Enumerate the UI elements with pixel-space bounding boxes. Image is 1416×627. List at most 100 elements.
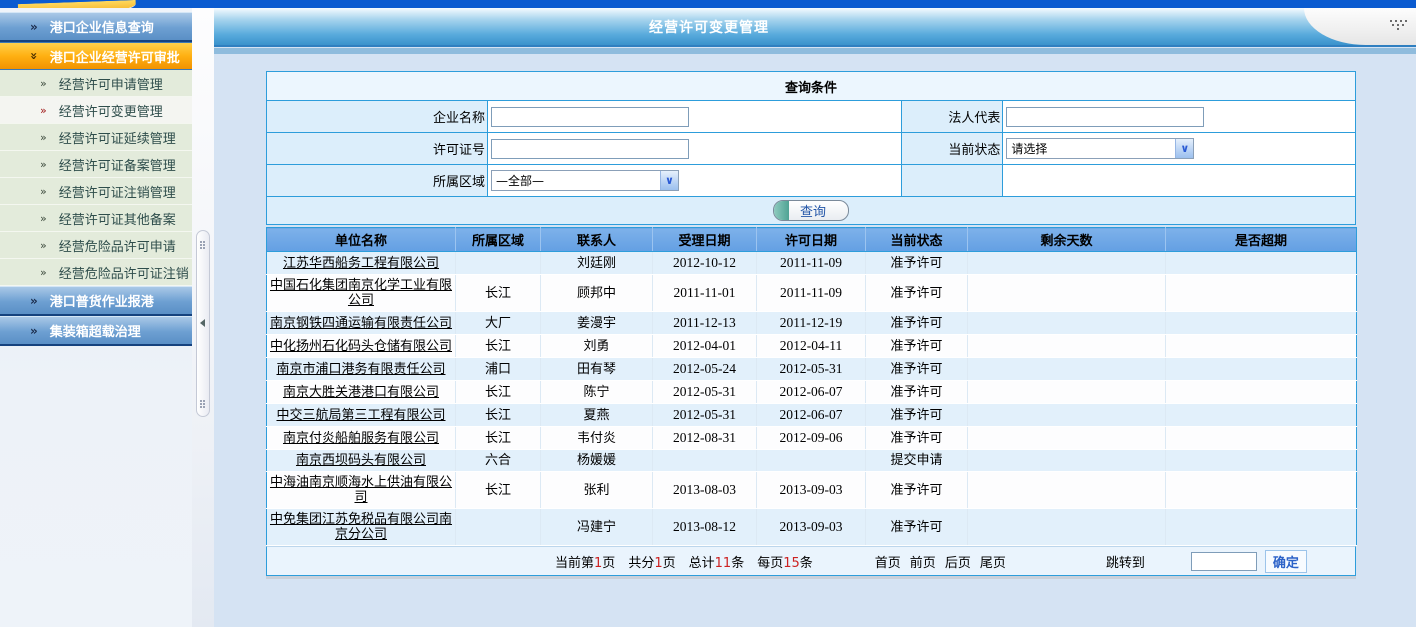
table-row: 中海油南京顺海水上供油有限公司长江张利2013-08-032013-09-03准… [267,472,1357,509]
company-name-link[interactable]: 中免集团江苏免税品有限公司南京分公司 [270,512,452,542]
table-row: 南京大胜关港港口有限公司长江陈宁2012-05-312012-06-07准予许可 [267,381,1357,404]
sidebar-item[interactable]: »港口企业经营许可审批 [0,42,192,70]
sidebar-item[interactable]: »港口普货作业报港 [0,286,192,316]
company-name-cell: 中化扬州石化码头仓储有限公司 [267,335,456,358]
date-value: 2012-06-07 [780,407,843,422]
sidebar-item[interactable]: »经营许可证延续管理 [0,124,192,151]
table-cell [968,312,1166,335]
company-name-cell: 中海油南京顺海水上供油有限公司 [267,472,456,509]
date-value: 2013-08-12 [673,519,736,534]
table-cell: 六合 [456,450,541,472]
table-cell: 长江 [456,427,541,450]
date-value: 2011-11-09 [780,255,842,270]
company-name-link[interactable]: 南京市浦口港务有限责任公司 [276,362,445,377]
confirm-button[interactable]: 确定 [1265,550,1307,573]
date-cell: 2012-10-12 [653,252,757,275]
sidebar-item[interactable]: »港口企业信息查询 [0,12,192,42]
splitter-handle[interactable] [196,230,210,417]
table-cell: 陈宁 [541,381,653,404]
table-cell [1166,404,1357,427]
company-name-label: 企业名称 [267,101,488,133]
sidebar-item[interactable]: »经营许可证备案管理 [0,151,192,178]
table-cell: 杨媛媛 [541,450,653,472]
sidebar-item[interactable]: »经营许可申请管理 [0,70,192,97]
company-name-link[interactable]: 江苏华西船务工程有限公司 [283,256,439,271]
pagination-link[interactable]: 尾页 [980,552,1006,571]
company-name-cell: 中国石化集团南京化学工业有限公司 [267,275,456,312]
double-arrow-icon: » [30,20,38,34]
sidebar-item-label: 经营危险品许可证注销 [59,263,189,282]
date-value: 2012-04-11 [780,338,843,353]
search-button[interactable]: 查询 [773,200,849,221]
date-value: 2012-10-12 [673,255,736,270]
status-select[interactable]: 请选择 ∨ [1006,138,1194,159]
sidebar-item[interactable]: »经营危险品许可申请 [0,232,192,259]
status-label: 当前状态 [901,133,1003,165]
date-value: 2012-05-24 [673,361,736,376]
column-header: 受理日期 [653,228,757,252]
company-name-link[interactable]: 南京付炎船舶服务有限公司 [283,431,439,446]
table-cell [1166,252,1357,275]
sidebar-item-label: 港口企业经营许可审批 [50,47,180,66]
table-cell [1166,450,1357,472]
company-name-link[interactable]: 南京钢铁四通运输有限责任公司 [270,316,452,331]
sidebar-item[interactable]: »经营危险品许可证注销 [0,259,192,286]
date-cell: 2012-05-31 [653,381,757,404]
region-select[interactable]: —全部— ∨ [491,170,679,191]
table-cell: 韦付炎 [541,427,653,450]
company-name-cell: 南京大胜关港港口有限公司 [267,381,456,404]
table-cell: 田有琴 [541,358,653,381]
table-cell: 长江 [456,381,541,404]
table-row: 中交三航局第三工程有限公司长江夏燕2012-05-312012-06-07准予许… [267,404,1357,427]
pagination-link[interactable]: 后页 [945,552,971,571]
date-cell: 2012-05-31 [653,404,757,427]
date-cell: 2013-08-03 [653,472,757,509]
sidebar-item-selected[interactable]: »经营许可变更管理 [0,97,192,124]
grip-dots-icon [1390,20,1392,22]
main-area: 经营许可变更管理 查询条件 企业名称 法人代表 许可证号 当前状态 请选择 ∨ [214,8,1416,627]
license-no-input[interactable] [491,139,689,159]
jump-to-label: 跳转到 [1106,552,1145,571]
table-cell [1166,275,1357,312]
table-cell: 准予许可 [866,404,968,427]
sidebar-item-label: 经营许可证注销管理 [59,182,176,201]
pagination-text: 页 [663,556,676,571]
table-cell: 提交申请 [866,450,968,472]
table-cell: 准予许可 [866,381,968,404]
jump-page-input[interactable] [1191,552,1257,571]
sidebar-item[interactable]: »经营许可证其他备案 [0,205,192,232]
date-cell: 2012-06-07 [757,404,866,427]
sidebar-item[interactable]: »集装箱超载治理 [0,316,192,346]
company-name-link[interactable]: 中海油南京顺海水上供油有限公司 [270,475,452,505]
table-cell: 冯建宁 [541,509,653,546]
pagination-link[interactable]: 首页 [875,552,901,571]
company-name-cell: 中交三航局第三工程有限公司 [267,404,456,427]
sidebar-splitter[interactable] [192,8,214,627]
company-name-link[interactable]: 南京西坝码头有限公司 [296,453,426,468]
company-name-link[interactable]: 中国石化集团南京化学工业有限公司 [270,278,452,308]
column-header: 所属区域 [456,228,541,252]
company-name-link[interactable]: 南京大胜关港港口有限公司 [283,385,439,400]
table-cell: 准予许可 [866,275,968,312]
company-name-link[interactable]: 中交三航局第三工程有限公司 [276,408,445,423]
table-row: 南京钢铁四通运输有限责任公司大厂姜漫宇2011-12-132011-12-19准… [267,312,1357,335]
date-value: 2011-12-13 [673,315,736,330]
pagination-text: 页 [602,556,615,571]
results-table: 单位名称所属区域联系人受理日期许可日期当前状态剩余天数是否超期 江苏华西船务工程… [266,227,1357,546]
table-cell: 顾邦中 [541,275,653,312]
legal-rep-input[interactable] [1006,107,1204,127]
company-name-link[interactable]: 中化扬州石化码头仓储有限公司 [270,339,452,354]
company-name-input[interactable] [491,107,689,127]
sidebar-item[interactable]: »经营许可证注销管理 [0,178,192,205]
table-cell [757,450,866,472]
double-arrow-icon: » [40,104,47,117]
double-arrow-icon: » [30,324,38,338]
table-cell: 刘勇 [541,335,653,358]
date-value: 2012-05-31 [673,384,736,399]
table-cell [968,509,1166,546]
date-value: 2012-09-06 [780,430,843,445]
table-row: 南京市浦口港务有限责任公司浦口田有琴2012-05-242012-05-31准予… [267,358,1357,381]
date-cell: 2011-11-01 [653,275,757,312]
pagination-link[interactable]: 前页 [910,552,936,571]
sidebar-item-label: 经营许可证其他备案 [59,209,176,228]
